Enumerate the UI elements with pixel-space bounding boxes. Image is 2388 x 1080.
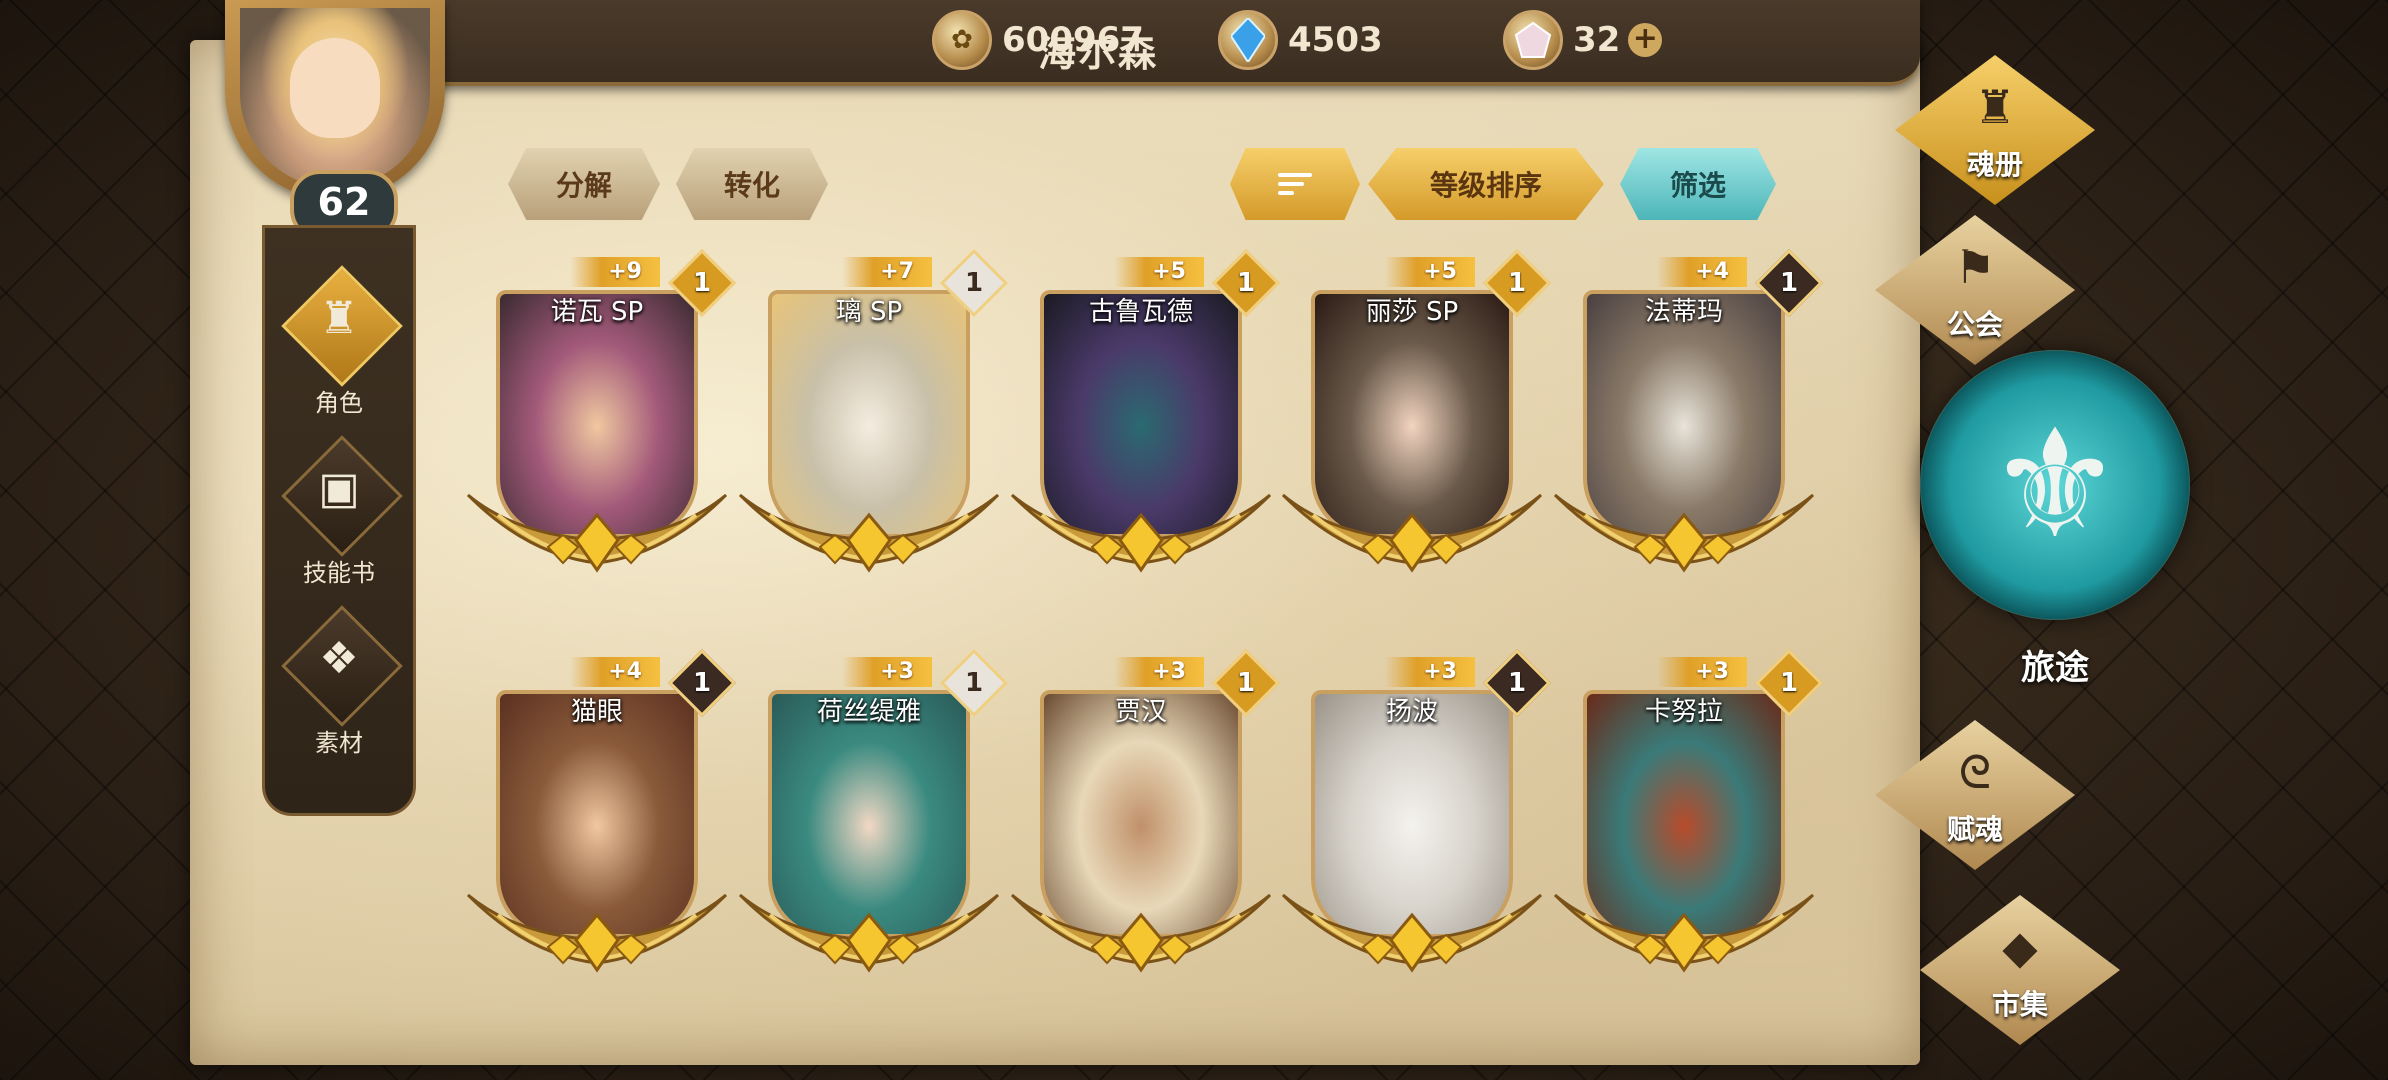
character-card[interactable]: 贾汉 +3 1 [1010,649,1280,973]
nav-label: 技能书 [303,559,375,587]
rank-wings-icon [1553,493,1815,573]
star-rank-count: 1 [692,668,712,698]
crystal-value: 4503 [1288,20,1383,60]
crystal-resource: 4503 [1218,8,1383,72]
rank-wings-icon [738,893,1000,973]
rank-wings-icon [1553,893,1815,973]
rank-wings-icon [738,493,1000,573]
guild-banner-icon: ⚑ [1954,240,1996,294]
character-card[interactable]: 诺瓦 SP +9 1 [466,249,736,573]
character-card[interactable]: 丽莎 SP +5 1 [1281,249,1551,573]
left-nav-materials[interactable]: ❖ 素材 [265,605,413,773]
star-rank-count: 1 [1236,668,1256,698]
star-rank-count: 1 [1779,668,1799,698]
rank-wings-icon [1010,493,1272,573]
character-card[interactable]: 猫眼 +4 1 [466,649,736,973]
journey-label: 旅途 [2021,648,2089,688]
gem-market-icon: ◆ [2002,920,2038,974]
journey-button[interactable]: ⚜ 旅途 [1920,350,2190,700]
rank-wings-icon [466,893,728,973]
character-name: 古鲁瓦德 [1088,297,1193,327]
rnav-label: 魂册 [1966,148,2023,181]
gold-coin-icon: ✿ [932,10,992,70]
star-rank-count: 1 [964,668,984,698]
right-nav-soul-infuse[interactable]: ᘓ 赋魂 [1875,720,2075,870]
nav-label: 角色 [315,389,363,417]
character-card[interactable]: 璃 SP +7 1 [738,249,1008,573]
sort-icon [1278,168,1312,200]
star-rank-count: 1 [1507,668,1527,698]
character-name: 荷丝缇雅 [816,697,921,727]
enhance-level-tag: +5 [1114,257,1204,287]
star-rank-count: 1 [1507,268,1527,298]
character-name: 卡努拉 [1644,697,1723,727]
filter-button[interactable]: 筛选 [1620,148,1776,220]
rank-wings-icon [1010,893,1272,973]
enhance-level-tag: +5 [1385,257,1475,287]
character-card[interactable]: 古鲁瓦德 +5 1 [1010,249,1280,573]
gem-value: 32 [1573,20,1621,60]
trident-emblem-icon: ⚜ [1987,398,2123,572]
right-nav-market[interactable]: ◆ 市集 [1920,895,2120,1045]
book-icon: ▣ [318,463,360,514]
character-card[interactable]: 荷丝缇雅 +3 1 [738,649,1008,973]
enhance-level-tag: +3 [1114,657,1204,687]
star-rank-count: 1 [1779,268,1799,298]
right-nav-soul-book[interactable]: ♜ 魂册 [1895,55,2095,205]
character-name: 诺瓦 SP [550,297,644,327]
sort-order-button[interactable] [1230,148,1360,220]
rank-wings-icon [466,493,728,573]
character-name: 扬波 [1385,697,1438,727]
enhance-level-tag: +9 [570,257,660,287]
character-card[interactable]: 扬波 +3 1 [1281,649,1551,973]
star-rank-count: 1 [1236,268,1256,298]
material-icon: ❖ [319,633,359,684]
decompose-button[interactable]: 分解 [508,148,660,220]
character-card[interactable]: 法蒂玛 +4 1 [1553,249,1823,573]
convert-button[interactable]: 转化 [676,148,828,220]
top-bar: 海尔森 ✿ 600967 4503 32 + [400,0,1920,86]
blue-crystal-icon [1218,10,1278,70]
right-nav-guild[interactable]: ⚑ 公会 [1875,215,2075,365]
star-rank-count: 1 [964,268,984,298]
left-sidebar: ♜ 角色 ▣ 技能书 ❖ 素材 [262,225,416,816]
nav-label: 素材 [315,729,363,757]
left-nav-skill-books[interactable]: ▣ 技能书 [265,435,413,603]
gem-icon [1503,10,1563,70]
star-rank-count: 1 [692,268,712,298]
add-gem-button[interactable]: + [1628,23,1663,57]
rank-wings-icon [1281,493,1543,573]
gold-value: 600967 [1002,20,1144,60]
enhance-level-tag: +4 [1657,257,1747,287]
rank-wings-icon [1281,893,1543,973]
rnav-label: 市集 [1991,988,2048,1021]
enhance-level-tag: +3 [1385,657,1475,687]
helmet-icon: ♜ [319,293,359,344]
character-name: 璃 SP [835,297,903,327]
character-name: 猫眼 [570,697,623,727]
rnav-label: 赋魂 [1946,813,2003,846]
gold-resource: ✿ 600967 [932,8,1144,72]
level-sort-button[interactable]: 等级排序 [1368,148,1604,220]
helmet-icon: ♜ [1974,80,2016,134]
enhance-level-tag: +3 [1657,657,1747,687]
enhance-level-tag: +7 [842,257,932,287]
gem-resource: 32 + [1503,8,1663,72]
character-name: 法蒂玛 [1644,297,1723,327]
rnav-label: 公会 [1946,308,2003,341]
swirl-icon: ᘓ [1958,745,1992,799]
character-name: 丽莎 SP [1365,297,1459,327]
enhance-level-tag: +3 [842,657,932,687]
character-card[interactable]: 卡努拉 +3 1 [1553,649,1823,973]
left-nav-characters[interactable]: ♜ 角色 [265,265,413,433]
player-avatar[interactable]: 62 [195,0,485,240]
enhance-level-tag: +4 [570,657,660,687]
character-name: 贾汉 [1114,697,1167,727]
